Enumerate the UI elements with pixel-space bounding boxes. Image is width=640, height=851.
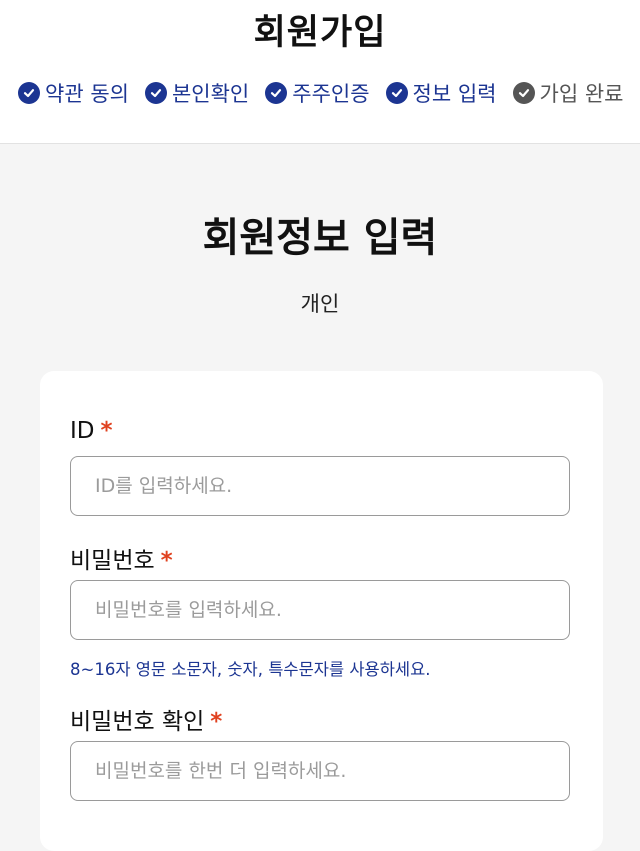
signup-header: 회원가입 약관 동의 본인확인 주주인증 정보 입력 가입 완료 xyxy=(0,0,640,144)
step-label: 주주인증 xyxy=(292,82,370,106)
step-label: 정보 입력 xyxy=(412,82,497,106)
password-label: 비밀번호 * xyxy=(70,541,173,575)
required-mark: * xyxy=(160,548,173,574)
password-confirm-label: 비밀번호 확인 * xyxy=(70,702,222,736)
required-mark: * xyxy=(100,418,113,444)
step-shareholder-auth: 주주인증 xyxy=(265,78,370,108)
check-circle-icon xyxy=(18,82,40,104)
page-title: 회원정보 입력 xyxy=(202,215,438,261)
password-label-text: 비밀번호 xyxy=(70,548,155,574)
step-terms-agreement: 약관 동의 xyxy=(18,78,129,108)
id-label-text: ID xyxy=(70,418,95,444)
header-title: 회원가입 xyxy=(253,13,387,53)
signup-progress-steps: 약관 동의 본인확인 주주인증 정보 입력 가입 완료 xyxy=(18,78,638,108)
id-label: ID * xyxy=(70,418,113,444)
password-confirm-input[interactable] xyxy=(70,741,570,801)
step-label: 본인확인 xyxy=(171,82,250,106)
password-input[interactable] xyxy=(70,580,570,640)
required-mark: * xyxy=(210,709,223,735)
step-signup-complete: 가입 완료 xyxy=(512,78,624,108)
step-identity-verification: 본인확인 xyxy=(144,78,250,108)
check-circle-icon xyxy=(385,82,408,104)
check-circle-icon xyxy=(265,82,288,104)
check-circle-icon xyxy=(512,82,535,104)
step-label: 가입 완료 xyxy=(539,82,624,106)
member-type-label: 개인 xyxy=(300,292,340,316)
check-circle-icon xyxy=(144,82,167,104)
step-info-input: 정보 입력 xyxy=(385,78,497,108)
id-input[interactable] xyxy=(70,456,570,516)
password-confirm-label-text: 비밀번호 확인 xyxy=(70,709,205,735)
password-hint: 8~16자 영문 소문자, 숫자, 특수문자를 사용하세요. xyxy=(70,660,431,679)
step-label: 약관 동의 xyxy=(45,82,129,106)
